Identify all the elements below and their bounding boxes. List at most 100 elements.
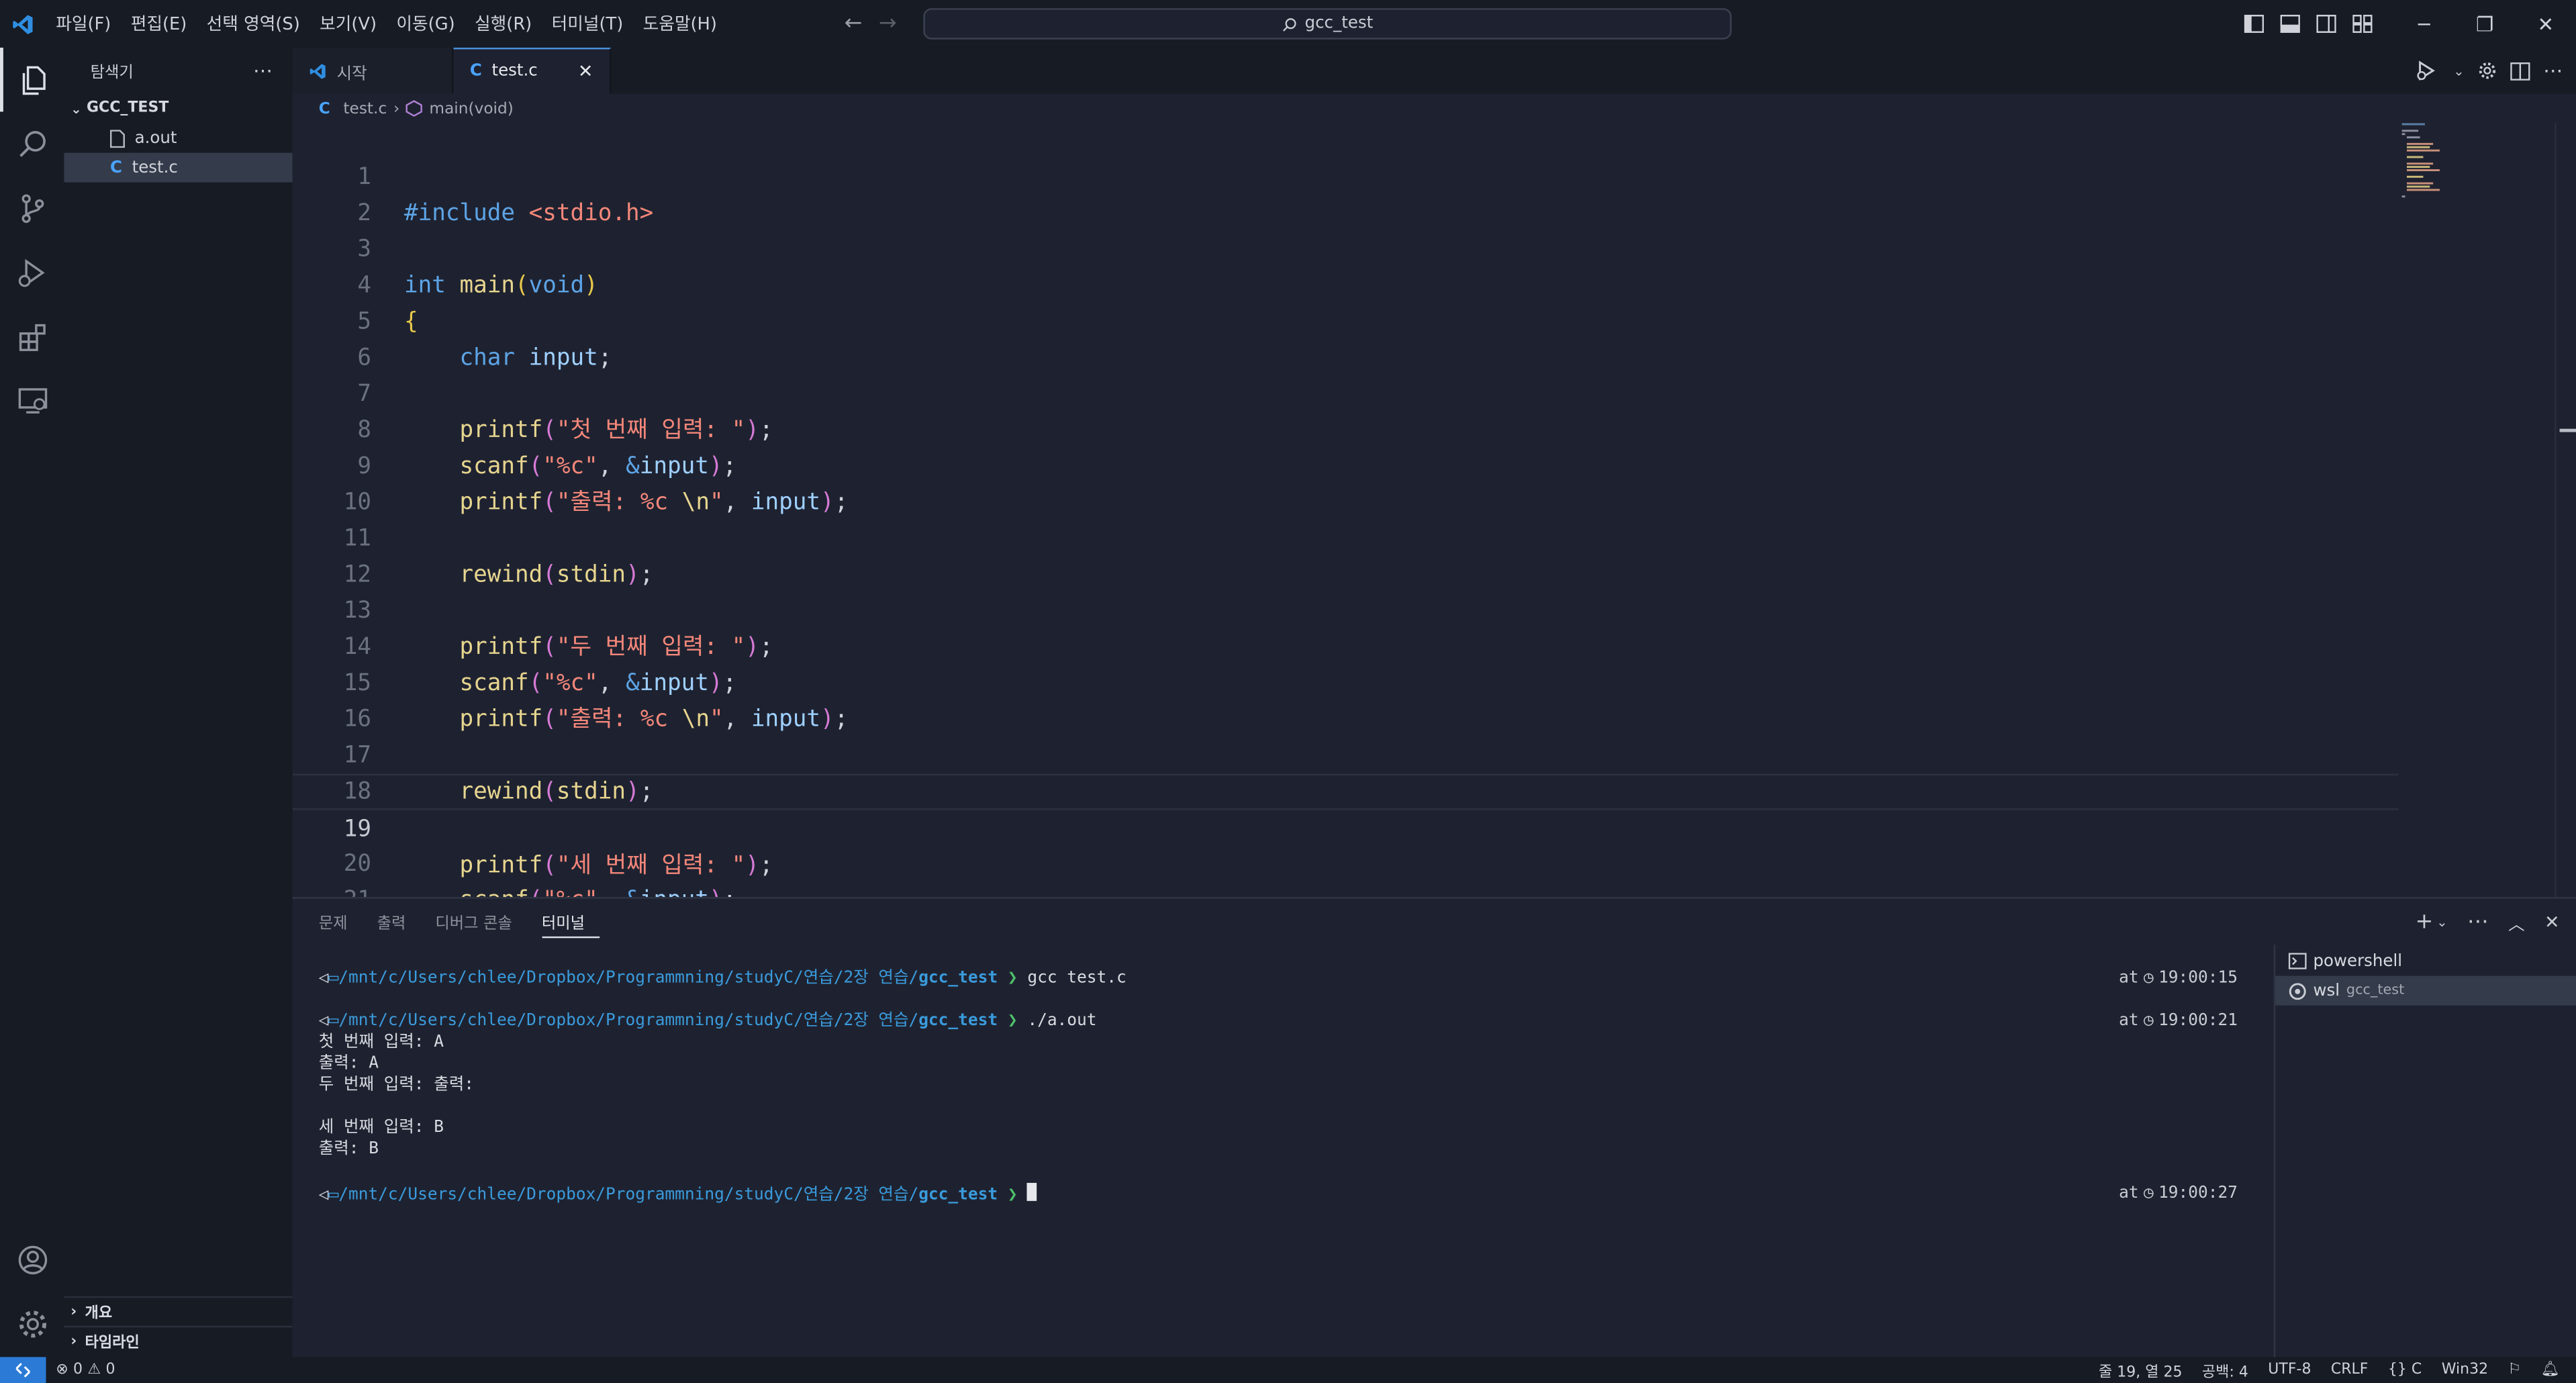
- outline-section[interactable]: › 개요: [64, 1296, 293, 1326]
- language-mode[interactable]: {} C: [2388, 1362, 2422, 1378]
- run-debug-icon[interactable]: [0, 240, 64, 303]
- token: "%c": [542, 887, 598, 897]
- terminal-command: gcc test.c: [1027, 969, 1127, 988]
- code-line: 9 printf("출력: %c \n", input);: [293, 412, 2399, 516]
- menu-file[interactable]: 파일(F): [46, 11, 121, 36]
- split-editor-icon[interactable]: [2510, 61, 2530, 80]
- problems-indicator[interactable]: ⊗ 0 ⚠ 0: [46, 1362, 115, 1378]
- explorer-icon[interactable]: [0, 47, 64, 112]
- more-actions-icon[interactable]: ⋯: [253, 59, 273, 82]
- linux-icon: ◁: [318, 1186, 329, 1204]
- chevron-down-icon[interactable]: ⌄: [2453, 63, 2464, 78]
- vscode-logo-icon: [309, 63, 326, 79]
- at-label: at: [2119, 969, 2139, 988]
- remote-indicator-icon[interactable]: [0, 1357, 46, 1383]
- notifications-bell-icon[interactable]: 🔔︎: [2541, 1362, 2560, 1378]
- restore-button[interactable]: ❐: [2454, 0, 2516, 48]
- menu-terminal[interactable]: 터미널(T): [542, 11, 633, 36]
- close-window-button[interactable]: ✕: [2516, 0, 2576, 48]
- symbol-method-icon: [406, 100, 423, 117]
- terminal-list: powershell wsl gcc_test: [2273, 945, 2576, 1359]
- code-line: 5 char input;: [293, 268, 2399, 371]
- code-editor[interactable]: 1 #include <stdio.h> 2 3 int main(void) …: [292, 124, 2399, 898]
- breadcrumb-file[interactable]: test.c: [343, 99, 387, 117]
- menu-help[interactable]: 도움말(H): [633, 11, 727, 36]
- explorer-header: 탐색기 ⋯: [64, 48, 292, 94]
- tab-problems[interactable]: 문제: [319, 899, 363, 945]
- command-center[interactable]: gcc_test: [923, 8, 1732, 40]
- vscode-logo-icon: [0, 0, 46, 48]
- folder-open-icon: ▭: [328, 1186, 339, 1204]
- remote-explorer-icon[interactable]: [0, 368, 64, 432]
- menu-run[interactable]: 실행(R): [465, 11, 542, 36]
- settings-gear-icon[interactable]: [2477, 61, 2497, 81]
- folder-gcc-test[interactable]: ⌄ GCC_TEST: [64, 93, 292, 123]
- back-arrow-icon[interactable]: ←: [845, 11, 863, 36]
- chevron-right-icon: ›: [70, 1333, 77, 1350]
- search-icon[interactable]: [0, 111, 64, 175]
- breadcrumb-symbol[interactable]: main(void): [429, 99, 513, 117]
- run-code-icon[interactable]: [2417, 60, 2440, 81]
- editor-actions: ⌄ ⋯: [2417, 48, 2563, 94]
- title-bar-controls: ─ ❐ ✕: [2236, 0, 2576, 48]
- terminal-output-line: 두 번째 입력: 출력:: [318, 1076, 475, 1094]
- code-line: 13 printf("두 번째 입력: ");: [293, 557, 2399, 661]
- code-line: 12: [293, 521, 2399, 588]
- terminal-item-powershell[interactable]: powershell: [2275, 947, 2576, 976]
- accounts-icon[interactable]: [0, 1227, 64, 1291]
- terminal-cursor: [1027, 1182, 1038, 1201]
- warning-count: 0: [105, 1362, 115, 1379]
- tab-output[interactable]: 출력: [377, 899, 421, 945]
- settings-gear-icon[interactable]: [0, 1291, 64, 1355]
- menu-view[interactable]: 보기(V): [309, 11, 386, 36]
- tab-terminal[interactable]: 터미널: [541, 905, 600, 939]
- error-icon: ⊗: [56, 1362, 68, 1379]
- menu-go[interactable]: 이동(G): [387, 11, 465, 36]
- line-number: 21: [293, 882, 371, 897]
- maximize-panel-icon[interactable]: ︿: [2508, 909, 2524, 934]
- timeline-section[interactable]: › 타임라인: [64, 1325, 293, 1355]
- menu-selection[interactable]: 선택 영역(S): [197, 11, 309, 36]
- timestamp: 19:00:21: [2158, 1012, 2238, 1031]
- tab-test-c[interactable]: C test.c ✕: [453, 47, 612, 94]
- status-bar: ⊗ 0 ⚠ 0 줄 19, 열 25 공백: 4 UTF-8 CRLF {} C…: [0, 1357, 2576, 1383]
- folder-open-icon: ▭: [328, 1012, 339, 1031]
- terminal-output[interactable]: ◁▭/mnt/c/Users/chlee/Dropbox/Programmnin…: [293, 945, 2274, 1359]
- end-of-line[interactable]: CRLF: [2331, 1362, 2369, 1378]
- tab-debug-console[interactable]: 디버그 콘솔: [435, 899, 526, 945]
- close-tab-icon[interactable]: ✕: [578, 61, 593, 83]
- toggle-primary-sidebar-icon[interactable]: [2236, 0, 2273, 48]
- new-terminal-icon[interactable]: +: [2416, 909, 2434, 934]
- menu-bar: 파일(F) 편집(E) 선택 영역(S) 보기(V) 이동(G) 실행(R) 터…: [46, 0, 727, 48]
- menu-edit[interactable]: 편집(E): [121, 11, 197, 36]
- feedback-icon[interactable]: ⚐: [2508, 1362, 2521, 1378]
- tab-welcome[interactable]: 시작: [292, 47, 454, 94]
- cursor-position[interactable]: 줄 19, 열 25: [2099, 1360, 2183, 1380]
- title-bar: 파일(F) 편집(E) 선택 영역(S) 보기(V) 이동(G) 실행(R) 터…: [0, 0, 2576, 48]
- terminal-item-wsl[interactable]: wsl gcc_test: [2275, 975, 2576, 1006]
- encoding[interactable]: UTF-8: [2268, 1362, 2311, 1378]
- c-file-icon: C: [109, 158, 122, 177]
- at-label: at: [2119, 1012, 2139, 1031]
- toggle-panel-icon[interactable]: [2272, 0, 2308, 48]
- extensions-icon[interactable]: [0, 304, 64, 368]
- indentation[interactable]: 공백: 4: [2202, 1360, 2248, 1380]
- close-panel-icon[interactable]: ✕: [2544, 911, 2560, 933]
- chevron-down-icon[interactable]: ⌄: [2436, 914, 2447, 929]
- toggle-secondary-sidebar-icon[interactable]: [2308, 0, 2344, 48]
- status-right: 줄 19, 열 25 공백: 4 UTF-8 CRLF {} C Win32 ⚐…: [2099, 1357, 2560, 1383]
- breadcrumb: C test.c › main(void): [293, 93, 2576, 123]
- platform[interactable]: Win32: [2442, 1362, 2488, 1378]
- source-control-icon[interactable]: [0, 176, 64, 240]
- customize-layout-icon[interactable]: [2344, 0, 2381, 48]
- more-actions-icon[interactable]: ⋯: [2467, 909, 2489, 934]
- terminal-path: /mnt/c/Users/chlee/Dropbox/Programmning/…: [338, 1186, 919, 1204]
- minimap[interactable]: [2399, 123, 2555, 898]
- more-actions-icon[interactable]: ⋯: [2543, 59, 2563, 82]
- file-item-test-c[interactable]: C test.c: [64, 152, 293, 183]
- editor-scrollbar[interactable]: [2555, 123, 2576, 898]
- minimize-button[interactable]: ─: [2393, 0, 2454, 48]
- file-item-a-out[interactable]: a.out: [64, 124, 292, 153]
- forward-arrow-icon[interactable]: →: [879, 11, 897, 36]
- code-line: 20 scanf("%c", &input);: [293, 810, 2399, 898]
